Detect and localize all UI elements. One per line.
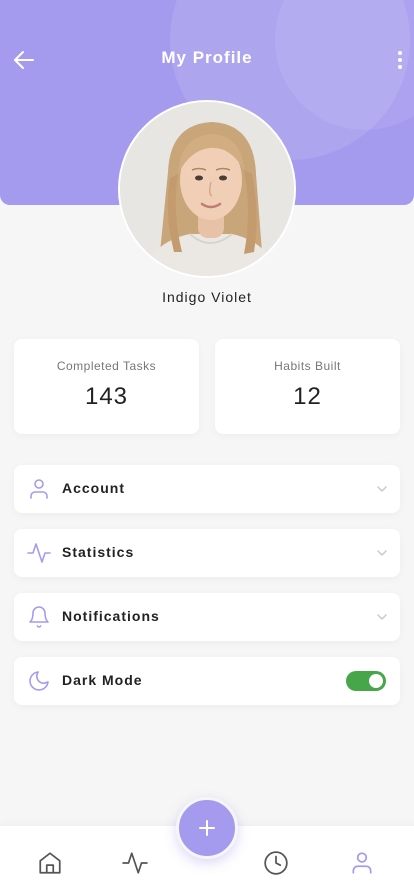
more-options-button[interactable] <box>392 46 408 74</box>
stat-card-habits-built: Habits Built 12 <box>215 339 400 434</box>
chevron-down-icon[interactable] <box>376 483 388 495</box>
user-icon[interactable] <box>349 850 375 876</box>
plus-icon <box>199 820 215 836</box>
activity-icon[interactable] <box>122 850 148 876</box>
chevron-down-icon[interactable] <box>376 611 388 623</box>
menu-item-notifications[interactable]: Notifications <box>14 593 400 641</box>
menu-item-label: Dark Mode <box>62 672 143 688</box>
avatar[interactable] <box>118 100 296 278</box>
dark-mode-toggle[interactable] <box>346 671 386 691</box>
user-name: Indigo Violet <box>162 289 252 305</box>
menu-item-label: Notifications <box>62 608 160 624</box>
moon-icon <box>29 671 49 691</box>
stat-value: 12 <box>293 383 322 410</box>
profile-photo <box>120 102 294 276</box>
toggle-knob <box>369 674 383 688</box>
add-button[interactable] <box>176 797 238 859</box>
stat-label: Habits Built <box>274 359 341 373</box>
stat-card-completed-tasks: Completed Tasks 143 <box>14 339 199 434</box>
activity-icon <box>27 543 51 563</box>
clock-icon[interactable] <box>263 850 289 876</box>
home-icon[interactable] <box>37 850 63 876</box>
more-vertical-icon <box>398 51 402 55</box>
chevron-down-icon[interactable] <box>376 547 388 559</box>
menu-item-account[interactable]: Account <box>14 465 400 513</box>
menu-item-statistics[interactable]: Statistics <box>14 529 400 577</box>
menu-item-label: Statistics <box>62 544 135 560</box>
menu-item-dark-mode: Dark Mode <box>14 657 400 705</box>
stat-value: 143 <box>84 383 129 410</box>
bell-icon <box>29 606 49 628</box>
stat-label: Completed Tasks <box>56 359 157 373</box>
page-title: My Profile <box>161 48 253 67</box>
menu-item-label: Account <box>62 480 125 496</box>
user-icon <box>30 479 48 499</box>
